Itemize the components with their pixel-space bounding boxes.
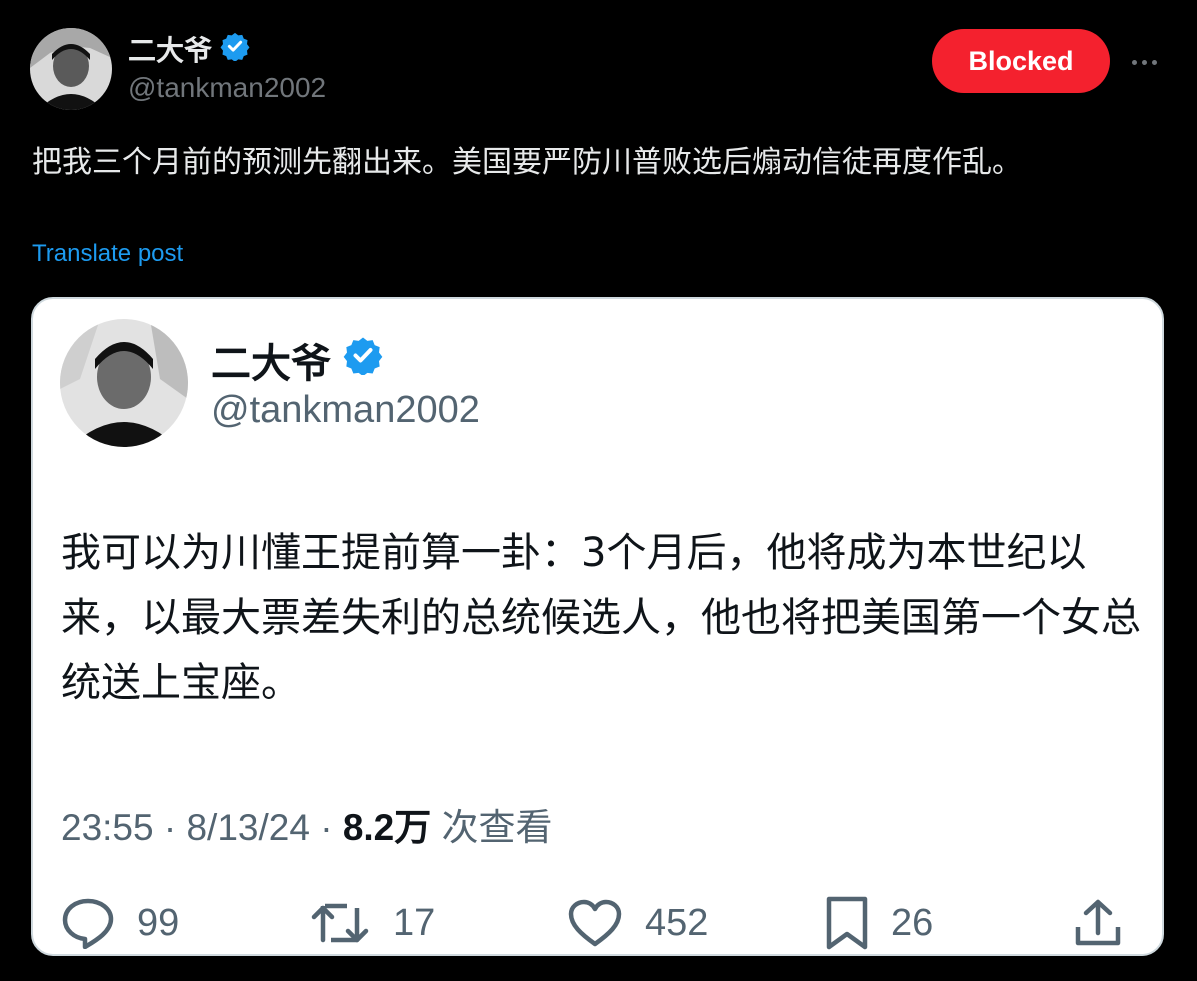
repost-count: 17 [393, 901, 436, 944]
quoted-author-name: 二大爷 [211, 335, 383, 387]
blocked-button[interactable]: Blocked [932, 29, 1110, 93]
reply-count: 99 [137, 901, 180, 944]
quoted-verified-badge-icon [343, 335, 383, 385]
like-count: 452 [645, 901, 709, 944]
author-handle[interactable]: @tankman2002 [128, 72, 326, 104]
quoted-post-meta: 23:55 · 8/13/24 · 8.2万 次查看 [61, 797, 553, 851]
quoted-author-name-text: 二大爷 [211, 341, 331, 387]
quoted-screenshot-image[interactable]: 二大爷 @tankman2002 我可以为川懂王提前算一卦：3个月后，他将成为本… [31, 297, 1164, 956]
more-dots-icon[interactable] [1126, 50, 1162, 74]
reply-action: 99 [61, 893, 179, 953]
bookmark-action: 26 [825, 893, 933, 953]
verified-badge-icon [220, 31, 250, 68]
quoted-post-text: 我可以为川懂王提前算一卦：3个月后，他将成为本世纪以来，以最大票差失利的总统候选… [61, 530, 1141, 706]
share-icon [1075, 899, 1121, 946]
views-count: 8.2万 [342, 807, 432, 848]
meta-separator: · [163, 807, 177, 848]
author-avatar[interactable] [30, 28, 112, 110]
translate-post-link[interactable]: Translate post [32, 240, 183, 268]
views-label: 次查看 [441, 807, 553, 848]
share-action [1073, 893, 1123, 953]
quoted-author-handle: @tankman2002 [211, 389, 480, 431]
quoted-post-time: 23:55 [61, 807, 154, 848]
quoted-author-avatar [60, 319, 188, 447]
repost-action: 17 [311, 893, 435, 953]
post-text: 把我三个月前的预测先翻出来。美国要严防川普败选后煽动信徒再度作乱。 [32, 145, 1022, 180]
heart-icon [568, 899, 622, 947]
like-action: 452 [567, 893, 708, 953]
meta-separator: · [320, 807, 333, 848]
quoted-post-date: 8/13/24 [186, 807, 310, 848]
repost-icon [311, 903, 369, 943]
reply-icon [62, 898, 114, 949]
author-name[interactable]: 二大爷 [128, 30, 250, 68]
bookmark-icon [826, 896, 868, 950]
bookmark-count: 26 [891, 901, 934, 944]
author-name-text[interactable]: 二大爷 [128, 29, 212, 69]
